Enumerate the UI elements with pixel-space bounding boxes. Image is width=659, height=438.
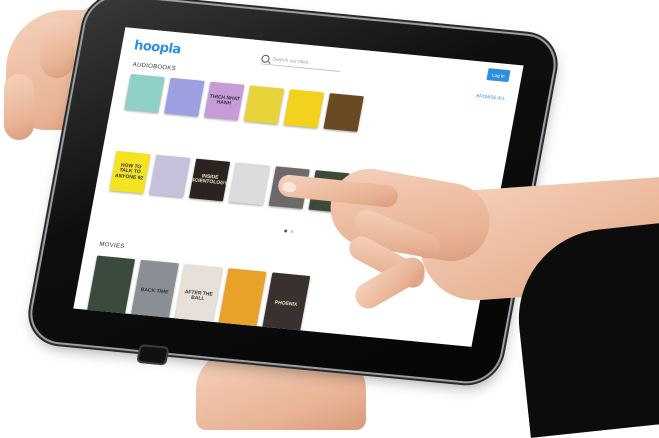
search-input[interactable]: Search our titles xyxy=(272,56,309,65)
cover-tile[interactable] xyxy=(124,73,165,113)
cover-tile[interactable] xyxy=(243,85,285,125)
home-button[interactable] xyxy=(136,344,170,366)
browse-all-link[interactable]: BROWSE ALL xyxy=(476,93,506,101)
movies-heading: MOVIES xyxy=(98,241,125,251)
cover-tile[interactable] xyxy=(323,93,364,132)
cover-tile[interactable] xyxy=(149,154,191,198)
cover-title: BACK TIME xyxy=(140,287,169,296)
search-icon xyxy=(260,54,271,64)
pager-dot[interactable] xyxy=(283,229,288,233)
cover-tile[interactable]: INSIDE SCIENTOLOGY xyxy=(188,158,231,202)
search-bar[interactable]: Search our titles xyxy=(260,53,343,72)
audiobooks-heading: AUDIOBOOKS xyxy=(132,62,177,73)
carousel-pager xyxy=(283,229,294,234)
cover-title: PHOENIX xyxy=(274,300,298,309)
photo-scene: hoopla Search our titles Log In BROWSE A… xyxy=(0,0,659,438)
fingernail xyxy=(281,181,297,193)
cover-tile[interactable] xyxy=(228,162,270,206)
cover-title: HOW TO TALK TO ANYONE 92 xyxy=(114,162,144,182)
left-finger-1 xyxy=(40,18,74,78)
pager-dot[interactable] xyxy=(289,229,294,234)
cover-tile[interactable]: THICH NHAT HANH xyxy=(203,81,245,121)
cover-tile[interactable]: HOW TO TALK TO ANYONE 92 xyxy=(109,150,151,194)
cover-tile[interactable] xyxy=(283,89,325,129)
hoopla-logo[interactable]: hoopla xyxy=(133,38,182,57)
login-button[interactable]: Log In xyxy=(486,68,511,83)
left-thumb xyxy=(4,74,34,140)
cover-tile[interactable] xyxy=(164,77,205,117)
cover-title: INSIDE SCIENTOLOGY xyxy=(190,172,228,187)
cover-title: THICH NHAT HANH xyxy=(209,93,241,107)
cover-title: AFTER THE BALL xyxy=(184,288,214,302)
